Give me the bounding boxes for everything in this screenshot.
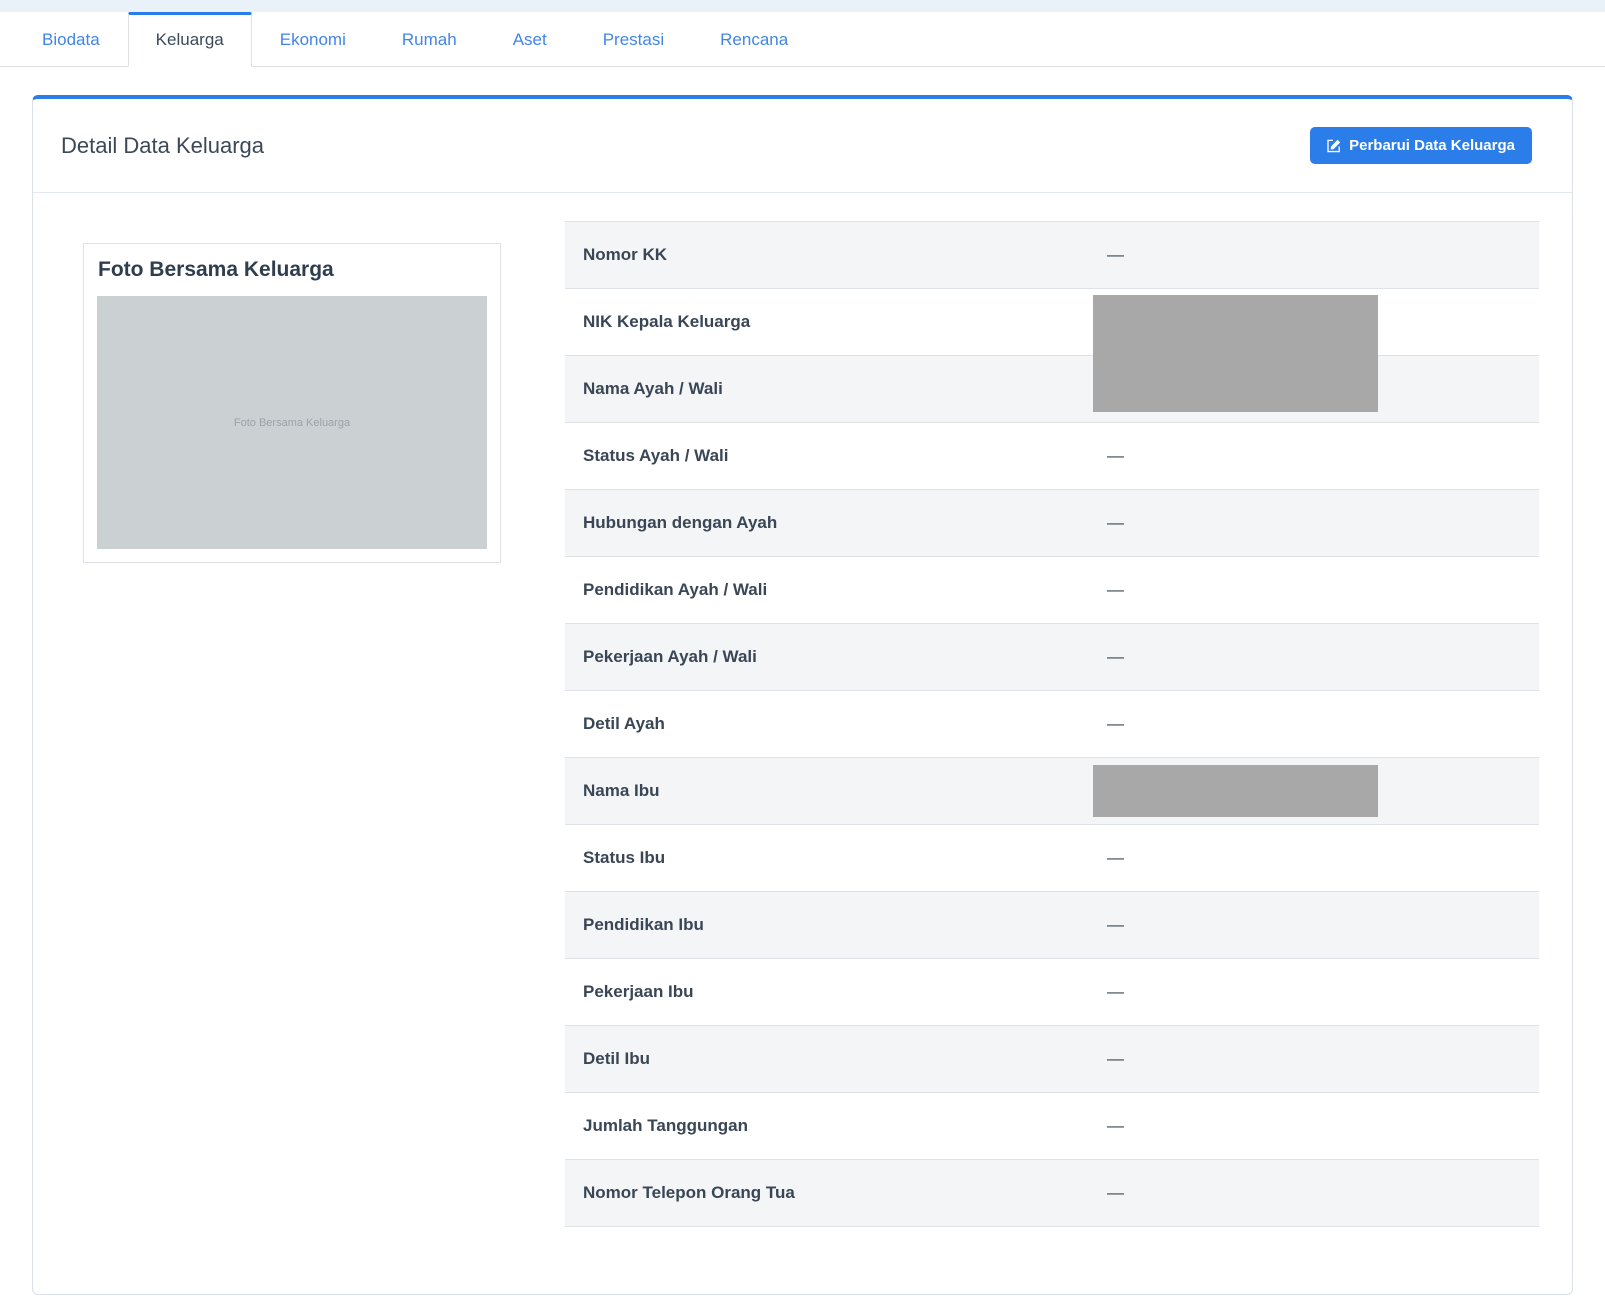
family-detail-card: Detail Data Keluarga Perbarui Data Kelua… (32, 95, 1573, 1295)
redacted-value (1092, 295, 1378, 412)
table-row: Jumlah Tanggungan — (565, 1093, 1539, 1160)
page-title: Detail Data Keluarga (61, 132, 265, 158)
row-value: — (1106, 848, 1124, 867)
table-row: Hubungan dengan Ayah — (565, 490, 1539, 557)
row-label: Status Ibu (583, 848, 666, 867)
tab-bar: Biodata Keluarga Ekonomi Rumah Aset Prestasi R… (0, 12, 1605, 67)
table-row: Pendidikan Ibu — (565, 892, 1539, 959)
table-row: Nama Ayah / Wali (565, 356, 1539, 423)
row-label: Hubungan dengan Ayah (583, 513, 778, 532)
card-body: Foto Bersama Keluarga Foto Bersama Kelua… (33, 193, 1572, 1294)
row-value: — (1106, 915, 1124, 934)
row-label: Pendidikan Ibu (583, 915, 704, 934)
row-label: Nama Ibu (583, 781, 660, 800)
row-label: Pendidikan Ayah / Wali (583, 580, 768, 599)
row-value: — (1106, 580, 1124, 599)
redacted-value (1092, 765, 1378, 817)
photo-placeholder-text: Foto Bersama Keluarga (233, 416, 351, 429)
table-row: Nama Ibu (565, 758, 1539, 825)
row-label: Status Ayah / Wali (583, 446, 729, 465)
family-detail-table: Nomor KK — NIK Kepala Keluarga Nama Ayah / … (565, 221, 1539, 1227)
table-row: Pendidikan Ayah / Wali — (565, 557, 1539, 624)
tab-ekonomi[interactable]: Ekonomi (252, 12, 374, 67)
tab-biodata[interactable]: Biodata (14, 12, 128, 67)
row-value: — (1106, 245, 1124, 264)
row-label: Nomor KK (583, 245, 668, 264)
tab-rumah[interactable]: Rumah (374, 12, 485, 67)
row-value: — (1106, 982, 1124, 1001)
row-label: Nomor Telepon Orang Tua (583, 1183, 795, 1202)
tab-rencana[interactable]: Rencana (692, 12, 816, 67)
table-row: Pekerjaan Ayah / Wali — (565, 624, 1539, 691)
table-row: Nomor Telepon Orang Tua — (565, 1160, 1539, 1227)
row-value: — (1106, 647, 1124, 666)
row-label: Detil Ayah (583, 714, 665, 733)
update-button-label: Perbarui Data Keluarga (1349, 137, 1515, 154)
row-label: Pekerjaan Ibu (583, 982, 694, 1001)
row-value: — (1106, 446, 1124, 465)
row-value: — (1106, 714, 1124, 733)
family-photo-panel: Foto Bersama Keluarga Foto Bersama Kelua… (83, 243, 501, 563)
row-value: — (1106, 1116, 1124, 1135)
table-row: Detil Ibu — (565, 1026, 1539, 1093)
row-value: — (1106, 513, 1124, 532)
update-family-data-button[interactable]: Perbarui Data Keluarga (1310, 127, 1532, 164)
row-label: NIK Kepala Keluarga (583, 312, 751, 331)
tab-keluarga[interactable]: Keluarga (127, 12, 252, 67)
table-row: Status Ibu — (565, 825, 1539, 892)
table-row: Status Ayah / Wali — (565, 423, 1539, 490)
table-row: Detil Ayah — (565, 691, 1539, 758)
page-top-strip (0, 0, 1605, 12)
card-header: Detail Data Keluarga Perbarui Data Kelua… (33, 99, 1572, 193)
row-label: Pekerjaan Ayah / Wali (583, 647, 757, 666)
row-value: — (1106, 1183, 1124, 1202)
tab-aset[interactable]: Aset (485, 12, 575, 67)
row-label: Nama Ayah / Wali (583, 379, 723, 398)
row-label: Jumlah Tanggungan (583, 1116, 748, 1135)
edit-icon (1327, 139, 1341, 153)
table-row: Pekerjaan Ibu — (565, 959, 1539, 1026)
tab-prestasi[interactable]: Prestasi (575, 12, 692, 67)
row-value: — (1106, 1049, 1124, 1068)
table-row: NIK Kepala Keluarga (565, 289, 1539, 412)
row-label: Detil Ibu (583, 1049, 651, 1068)
table-row: Nomor KK — (565, 222, 1539, 289)
family-photo-placeholder: Foto Bersama Keluarga (97, 296, 487, 549)
photo-panel-title: Foto Bersama Keluarga (98, 258, 334, 281)
